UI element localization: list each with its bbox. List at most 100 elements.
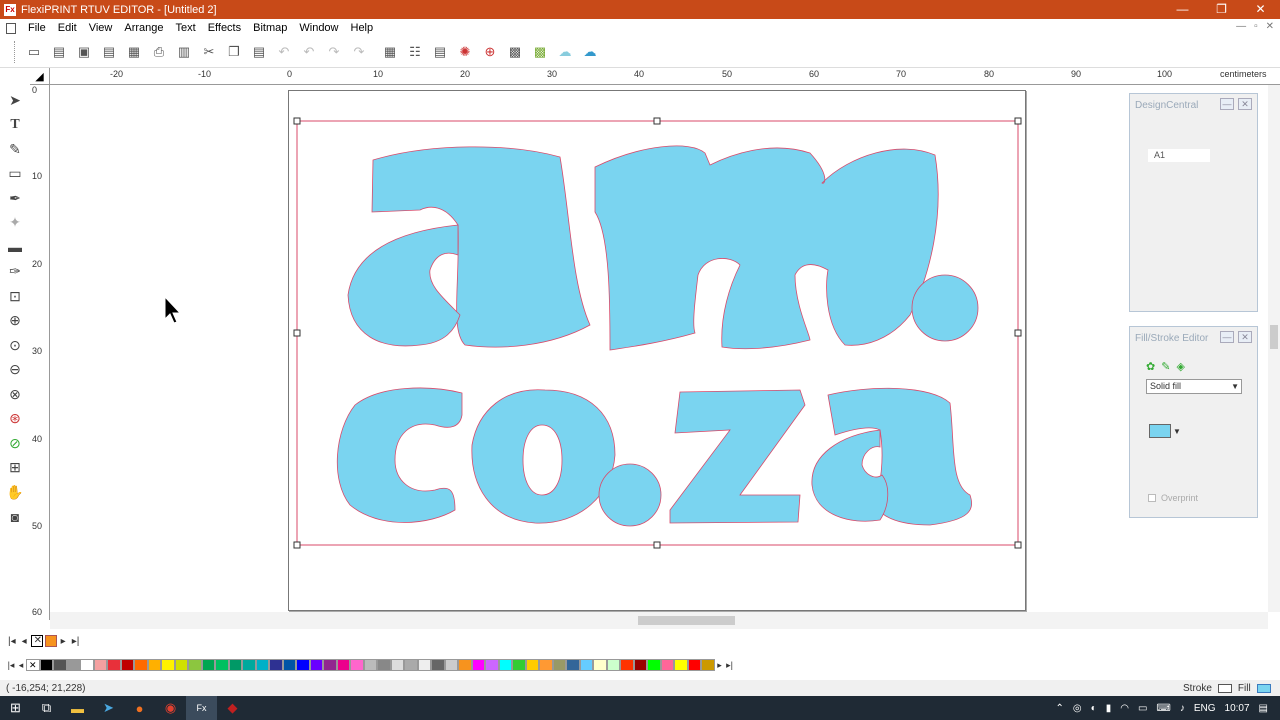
fill-type-select[interactable]: Solid fill ▼ xyxy=(1146,379,1242,394)
palette-swatch[interactable] xyxy=(107,659,121,671)
cloud-icon[interactable]: ☁ xyxy=(554,41,576,63)
menu-help[interactable]: Help xyxy=(345,22,380,34)
eyedropper-tool-icon[interactable]: ✑ xyxy=(0,260,30,285)
palette-swatch[interactable] xyxy=(579,659,593,671)
color-icon[interactable]: ▩ xyxy=(529,41,551,63)
fill-tab-icon[interactable]: ✿ xyxy=(1146,360,1155,373)
tray-battery-icon[interactable]: ▮ xyxy=(1106,703,1112,714)
tray-wifi-icon[interactable]: ◠ xyxy=(1120,703,1129,714)
align-icon[interactable]: ☷ xyxy=(404,41,426,63)
palette-swatch[interactable] xyxy=(404,659,418,671)
menu-file[interactable]: File xyxy=(22,22,52,34)
tray-display-icon[interactable]: ▭ xyxy=(1138,703,1147,714)
effects-tab-icon[interactable]: ◈ xyxy=(1176,360,1184,373)
language-indicator[interactable]: ENG xyxy=(1194,703,1216,714)
palette-swatch[interactable] xyxy=(336,659,350,671)
palette-swatch[interactable] xyxy=(471,659,485,671)
horizontal-scrollbar[interactable] xyxy=(50,612,1268,629)
zoom-icon[interactable]: ⊕ xyxy=(479,41,501,63)
overprint-checkbox[interactable] xyxy=(1148,494,1156,502)
menu-bitmap[interactable]: Bitmap xyxy=(247,22,293,34)
app-icon-blue[interactable]: ➤ xyxy=(93,696,124,720)
layer-icon[interactable]: ▤ xyxy=(429,41,451,63)
palette-swatch[interactable] xyxy=(282,659,296,671)
pen-tool-icon[interactable]: ✒ xyxy=(0,186,30,211)
selection-handle[interactable] xyxy=(293,541,301,549)
palette-swatch[interactable] xyxy=(458,659,472,671)
menu-window[interactable]: Window xyxy=(293,22,344,34)
artwork-line-am[interactable] xyxy=(347,145,979,351)
zoom-previous-icon[interactable]: ⊘ xyxy=(0,431,30,456)
clock[interactable]: 10:07 xyxy=(1225,703,1250,714)
palette-swatch[interactable] xyxy=(201,659,215,671)
tray-network-icon[interactable]: ◎ xyxy=(1073,703,1082,714)
dimension-tool-icon[interactable]: ▬ xyxy=(0,235,30,260)
palette-swatch[interactable] xyxy=(593,659,607,671)
previous-page-icon[interactable]: ◂ xyxy=(20,636,29,647)
app-icon-red[interactable]: ◆ xyxy=(217,696,248,720)
palette-swatch[interactable] xyxy=(93,659,107,671)
fill-swatch[interactable] xyxy=(1256,683,1271,693)
task-view-icon[interactable]: ⧉ xyxy=(31,696,62,720)
save-as-icon[interactable]: ▤ xyxy=(98,41,120,63)
palette-swatch[interactable] xyxy=(120,659,134,671)
stroke-swatch[interactable] xyxy=(1217,683,1232,693)
undo-icon[interactable]: ↶ xyxy=(273,41,295,63)
mdi-minimize-button[interactable]: — xyxy=(1236,21,1246,32)
close-button[interactable]: ✕ xyxy=(1241,0,1280,19)
zoom-one-to-one-icon[interactable]: ⊞ xyxy=(0,456,30,481)
panel-minimize-button[interactable]: — xyxy=(1220,331,1234,343)
palette-swatch[interactable] xyxy=(66,659,80,671)
zoom-in-icon[interactable]: ⊕ xyxy=(0,309,30,334)
palette-swatch[interactable] xyxy=(552,659,566,671)
start-icon[interactable]: ⊞ xyxy=(0,696,31,720)
tray-speaker-icon[interactable]: ♪ xyxy=(1180,703,1185,714)
palette-swatch[interactable] xyxy=(525,659,539,671)
menu-text[interactable]: Text xyxy=(170,22,202,34)
stroke-tab-icon[interactable]: ✎ xyxy=(1161,360,1170,373)
menu-arrange[interactable]: Arrange xyxy=(118,22,169,34)
open-icon[interactable]: ▤ xyxy=(48,41,70,63)
palette-swatch[interactable] xyxy=(296,659,310,671)
palette-swatch[interactable] xyxy=(147,659,161,671)
palette-swatch[interactable] xyxy=(606,659,620,671)
minimize-button[interactable]: — xyxy=(1163,0,1202,19)
scroll-thumb[interactable] xyxy=(1270,325,1278,349)
ruler-origin[interactable]: ◢ xyxy=(30,68,50,85)
select-tool-icon[interactable]: ➤ xyxy=(0,88,30,113)
zoom-selected-icon[interactable]: ⊛ xyxy=(0,407,30,432)
tray-volume-icon[interactable]: ◐ xyxy=(1091,703,1097,714)
new-icon[interactable]: ▭ xyxy=(23,41,45,63)
palette-last-icon[interactable]: ▸| xyxy=(725,660,735,671)
first-page-icon[interactable]: |◂ xyxy=(6,636,18,647)
mdi-close-button[interactable]: ✕ xyxy=(1266,21,1274,32)
arrange-icon[interactable]: ▦ xyxy=(379,41,401,63)
page-tab-current[interactable] xyxy=(44,635,57,647)
palette-swatch[interactable] xyxy=(444,659,458,671)
palette-prev-icon[interactable]: ◂ xyxy=(16,660,26,671)
palette-next-icon[interactable]: ▸ xyxy=(715,660,725,671)
selection-handle[interactable] xyxy=(1014,117,1022,125)
flexiprint-taskbar-icon[interactable]: Fx xyxy=(186,696,217,720)
selection-handle[interactable] xyxy=(1014,329,1022,337)
selection-handle[interactable] xyxy=(653,117,661,125)
zoom-fit-icon[interactable]: ⊡ xyxy=(0,284,30,309)
zoom-all-icon[interactable]: ⊗ xyxy=(0,382,30,407)
palette-swatch[interactable] xyxy=(39,659,53,671)
selection-handle[interactable] xyxy=(293,117,301,125)
drawing-canvas[interactable] xyxy=(50,85,1268,612)
notifications-icon[interactable]: ▤ xyxy=(1259,703,1268,714)
shape-tool-icon[interactable]: ✎ xyxy=(0,137,30,162)
palette-swatch[interactable] xyxy=(228,659,242,671)
effects-tool-icon[interactable]: ✦ xyxy=(0,211,30,236)
palette-swatch[interactable] xyxy=(431,659,445,671)
vertical-ruler[interactable]: 0 10 20 30 40 50 60 xyxy=(30,85,50,620)
palette-swatch[interactable] xyxy=(174,659,188,671)
palette-swatch[interactable] xyxy=(647,659,661,671)
zoom-out-icon[interactable]: ⊖ xyxy=(0,358,30,383)
maximize-button[interactable]: ❐ xyxy=(1202,0,1241,19)
redo-all-icon[interactable]: ↷ xyxy=(348,41,370,63)
palette-swatch[interactable] xyxy=(687,659,701,671)
palette-swatch[interactable] xyxy=(242,659,256,671)
hand-tool-icon[interactable]: ✋ xyxy=(0,480,30,505)
